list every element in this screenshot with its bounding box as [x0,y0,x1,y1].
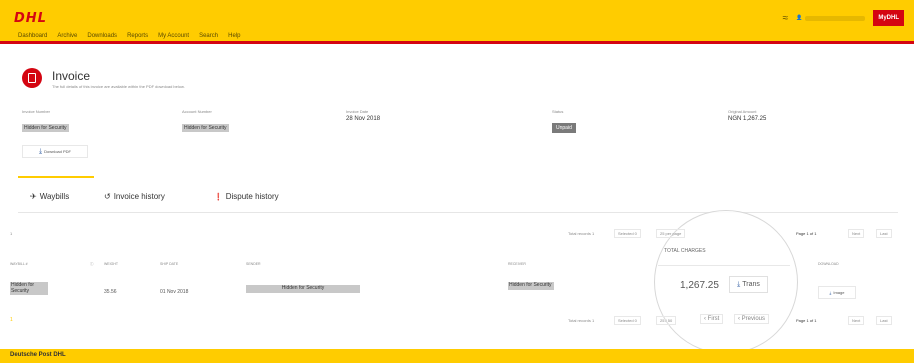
col-sender[interactable]: SENDER [246,262,261,266]
pager-top-selected[interactable]: Selected 0 [614,229,641,238]
header-right: ≈ 👤 MyDHL [783,10,904,26]
download-pdf-label: Download PDF [44,149,71,154]
plane-icon: ✈ [30,192,37,201]
col-waybill[interactable]: WAYBILL # [10,262,28,266]
image-label: Image [833,290,845,295]
download-pdf-button[interactable]: ⤓ Download PDF [22,145,88,158]
invoice-date-value: 28 Nov 2018 [346,116,381,122]
pager-bottom-page-info: Page 1 of 1 [796,318,817,323]
pager-top-last[interactable]: Last [876,229,892,238]
download-icon: ⤓ [38,147,43,155]
image-button[interactable]: ⤓ Image [818,286,856,299]
pager-bottom-per-page[interactable]: 25 / 50 [656,316,677,325]
tabs-divider [18,212,898,213]
original-amount-field: Original Amount NGN 1,267.25 [728,109,766,122]
original-amount-label: Original Amount [728,109,757,114]
header-separator [658,265,790,266]
pager-bottom-selected[interactable]: Selected 0 [614,316,641,325]
status-label: Status [552,109,564,114]
mydhl-button[interactable]: MyDHL [873,10,904,26]
page-title: Invoice [52,69,91,83]
nav-downloads[interactable]: Downloads [87,33,117,39]
invoice-number-label: Invoice Number [22,109,51,114]
pager-top-next[interactable]: Next [848,229,865,238]
account-number-field: Account Number Hidden for Security [182,109,229,134]
pager-bottom-total: Total records 1 [568,318,595,323]
invoice-number-value: Hidden for Security [22,124,69,132]
col-total-charges[interactable]: TOTAL CHARGES [664,248,706,254]
pager-top-total: Total records 1 [568,231,595,236]
pager-top-count: 1 [10,231,13,236]
cell-receiver: Hidden for Security [508,282,554,290]
nav-dashboard[interactable]: Dashboard [18,33,47,39]
pager-bottom-previous-label: Previous [741,316,766,322]
download-icon: ⤓ [829,290,832,295]
pager-bottom-first-label: First [707,316,720,322]
pager-bottom-first[interactable]: ‹ First [700,314,724,324]
nav-help[interactable]: Help [228,33,240,39]
nav-my-account[interactable]: My Account [158,33,189,39]
col-receiver[interactable]: RECEIVER [508,262,526,266]
invoice-date-field: Invoice Date 28 Nov 2018 [346,109,380,122]
cell-ship-date: 01 Nov 2018 [160,289,189,295]
top-header: DHL Dashboard Archive Downloads Reports … [0,0,914,44]
active-tab-indicator [18,176,94,178]
user-menu[interactable]: 👤 [796,15,866,21]
trans-label: Trans [742,281,760,288]
user-icon: 👤 [796,15,803,21]
col-weight[interactable]: WEIGHT [104,262,118,266]
exclamation-icon: ❗ [214,193,223,201]
history-icon: ↺ [104,192,111,201]
footer: Deutsche Post DHL [0,349,914,363]
cell-waybill[interactable]: Hidden for Security [10,282,48,295]
nav-reports[interactable]: Reports [127,33,148,39]
signal-icon: ≈ [782,12,789,24]
footer-label: Deutsche Post DHL [10,352,66,358]
user-email [805,15,866,21]
tab-waybills[interactable]: ✈ Waybills [30,192,69,201]
cell-weight: 35.56 [104,289,117,295]
account-number-label: Account Number [182,109,212,114]
download-icon: ⤓ [737,280,741,288]
col-info-icon: ⓘ [90,262,94,266]
col-ship-date[interactable]: SHIP DATE [160,262,178,266]
invoice-number-field: Invoice Number Hidden for Security [22,109,69,134]
pager-top-per-page[interactable]: 25 per page [656,229,686,238]
tab-invoice-history-label: Invoice history [113,192,165,201]
cell-sender: Hidden for Security [246,285,360,293]
dhl-logo[interactable]: DHL [14,11,47,26]
pager-top-page-info: Page 1 of 1 [796,231,817,236]
main-nav: Dashboard Archive Downloads Reports My A… [18,33,240,39]
page-subtitle: The full details of this invoice are ava… [52,84,185,89]
tab-waybills-label: Waybills [39,192,70,201]
tab-dispute-history-label: Dispute history [225,192,279,201]
invoice-date-label: Invoice Date [346,109,369,114]
nav-archive[interactable]: Archive [57,33,77,39]
tab-dispute-history[interactable]: ❗ Dispute history [214,192,279,201]
cell-total-charges: 1,267.25 [680,280,719,291]
pager-bottom-count: 1 [10,317,13,323]
status-badge: Unpaid [552,123,576,133]
invoice-icon [22,68,42,88]
col-download: DOWNLOAD [818,262,839,266]
pager-bottom-next[interactable]: Next [848,316,865,325]
trans-button[interactable]: ⤓ Trans [729,276,768,293]
tab-invoice-history[interactable]: ↺ Invoice history [104,192,165,201]
original-amount-value: NGN 1,267.25 [728,116,767,122]
pager-bottom-previous[interactable]: ‹ Previous [734,314,770,324]
account-number-value: Hidden for Security [182,124,229,132]
pager-bottom-last[interactable]: Last [876,316,892,325]
status-field: Status Unpaid [552,109,576,134]
nav-search[interactable]: Search [199,33,218,39]
